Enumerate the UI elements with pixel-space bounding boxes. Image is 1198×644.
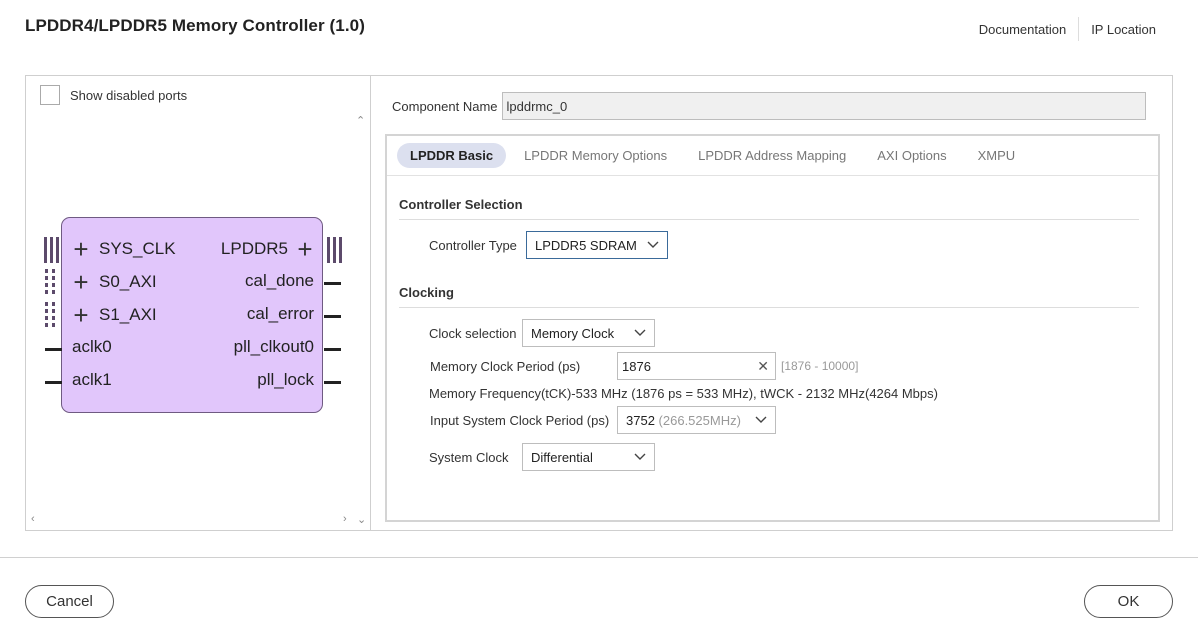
- ip-symbol-block: + SYS_CLK LPDDR5 + + S0_AXI cal_done + S…: [44, 217, 342, 413]
- port-pll-clkout0: pll_clkout0: [233, 337, 314, 356]
- port-pin: [324, 348, 341, 351]
- port-s1-axi: S1_AXI: [99, 305, 157, 324]
- cancel-button[interactable]: Cancel: [25, 585, 114, 618]
- memory-clock-period-label: Memory Clock Period (ps): [430, 359, 581, 374]
- port-pin: [324, 381, 341, 384]
- port-s0-axi: S0_AXI: [99, 272, 157, 291]
- memory-clock-period-range: [1876 - 10000]: [781, 359, 859, 373]
- chevron-down-icon: [647, 241, 659, 249]
- tab-axi-options[interactable]: AXI Options: [864, 143, 959, 168]
- input-system-clock-period-label: Input System Clock Period (ps): [430, 413, 610, 428]
- scroll-right-icon[interactable]: ›: [343, 513, 347, 525]
- system-clock-label: System Clock: [429, 450, 509, 465]
- memory-clock-period-input[interactable]: 1876 ✕: [617, 352, 776, 380]
- tabs-frame: LPDDR Basic LPDDR Memory Options LPDDR A…: [385, 134, 1160, 522]
- port-pll-lock: pll_lock: [257, 370, 314, 389]
- footer-divider: [0, 557, 1198, 558]
- main-frame: Show disabled ports ⌃ + SYS_CLK LPDDR5 +: [25, 75, 1173, 531]
- port-pin: [324, 282, 341, 285]
- clock-selection-label: Clock selection: [429, 326, 517, 341]
- port-aclk1: aclk1: [72, 370, 112, 389]
- system-clock-select[interactable]: Differential: [522, 443, 655, 471]
- ok-button[interactable]: OK: [1084, 585, 1173, 618]
- bus-interface-dotted-marker: [45, 302, 61, 330]
- port-row: + S0_AXI cal_done: [45, 269, 341, 297]
- tab-lpddr-memory-options[interactable]: LPDDR Memory Options: [511, 143, 680, 168]
- clock-selection-value: Memory Clock: [531, 325, 615, 341]
- input-system-clock-frequency: (266.525MHz): [658, 412, 741, 428]
- port-sys-clk: SYS_CLK: [99, 239, 176, 258]
- controller-type-select[interactable]: LPDDR5 SDRAM: [526, 231, 668, 259]
- expand-plus-icon[interactable]: +: [72, 236, 90, 262]
- port-pin: [45, 348, 62, 351]
- expand-plus-icon[interactable]: +: [296, 236, 314, 262]
- controller-type-value: LPDDR5 SDRAM: [535, 237, 637, 253]
- tab-bar: LPDDR Basic LPDDR Memory Options LPDDR A…: [387, 136, 1158, 176]
- bus-interface-marker: [44, 237, 62, 263]
- section-divider: [399, 307, 1139, 308]
- chevron-down-icon: [634, 329, 646, 337]
- controller-selection-heading: Controller Selection: [399, 197, 523, 212]
- configuration-pane: Component Name LPDDR Basic LPDDR Memory …: [372, 76, 1172, 530]
- port-row: + SYS_CLK LPDDR5 +: [44, 236, 342, 263]
- port-cal-done: cal_done: [244, 271, 314, 290]
- chevron-down-icon: [634, 453, 646, 461]
- chevron-down-icon: [755, 416, 767, 424]
- tab-xmpu[interactable]: XMPU: [965, 143, 1029, 168]
- expand-plus-icon[interactable]: +: [72, 269, 90, 295]
- header-links: Documentation IP Location: [979, 17, 1156, 41]
- bus-interface-dotted-marker: [45, 269, 61, 297]
- dialog-title: LPDDR4/LPDDR5 Memory Controller (1.0): [25, 16, 365, 35]
- clocking-heading: Clocking: [399, 285, 454, 300]
- input-system-clock-period-select[interactable]: 3752 (266.525MHz): [617, 406, 776, 434]
- component-name-label: Component Name: [392, 98, 498, 114]
- memory-clock-period-value: 1876: [622, 358, 651, 374]
- bus-interface-marker: [324, 237, 342, 263]
- port-pin: [45, 381, 62, 384]
- component-name-input[interactable]: [501, 92, 1146, 120]
- scroll-up-icon[interactable]: ⌃: [356, 114, 365, 127]
- port-lpddr5: LPDDR5: [220, 239, 288, 258]
- expand-plus-icon[interactable]: +: [72, 302, 90, 328]
- component-name-row: Component Name: [392, 92, 1146, 120]
- section-divider: [399, 219, 1139, 220]
- symbol-pane: Show disabled ports ⌃ + SYS_CLK LPDDR5 +: [26, 76, 371, 530]
- link-divider: [1078, 17, 1080, 41]
- show-disabled-ports-checkbox[interactable]: [40, 85, 60, 105]
- clear-icon[interactable]: ✕: [757, 358, 771, 375]
- clock-selection-select[interactable]: Memory Clock: [522, 319, 655, 347]
- system-clock-value: Differential: [531, 449, 593, 465]
- port-row: aclk0 pll_clkout0: [45, 337, 341, 361]
- port-aclk0: aclk0: [72, 337, 112, 356]
- port-row: aclk1 pll_lock: [45, 370, 341, 394]
- ip-location-link[interactable]: IP Location: [1091, 22, 1156, 37]
- port-row: + S1_AXI cal_error: [45, 302, 341, 330]
- memory-frequency-info: Memory Frequency(tCK)-533 MHz (1876 ps =…: [429, 386, 938, 401]
- port-cal-error: cal_error: [246, 304, 314, 323]
- show-disabled-ports-toggle[interactable]: Show disabled ports: [40, 85, 187, 105]
- scroll-left-icon[interactable]: ‹: [31, 513, 35, 525]
- tab-lpddr-basic[interactable]: LPDDR Basic: [397, 143, 507, 168]
- tab-lpddr-address-mapping[interactable]: LPDDR Address Mapping: [685, 143, 859, 168]
- input-system-clock-period-value: 3752: [626, 412, 655, 428]
- port-pin: [324, 315, 341, 318]
- documentation-link[interactable]: Documentation: [979, 22, 1066, 37]
- controller-type-label: Controller Type: [429, 238, 517, 253]
- scroll-down-icon[interactable]: ⌄: [357, 513, 366, 526]
- show-disabled-ports-label: Show disabled ports: [70, 87, 188, 103]
